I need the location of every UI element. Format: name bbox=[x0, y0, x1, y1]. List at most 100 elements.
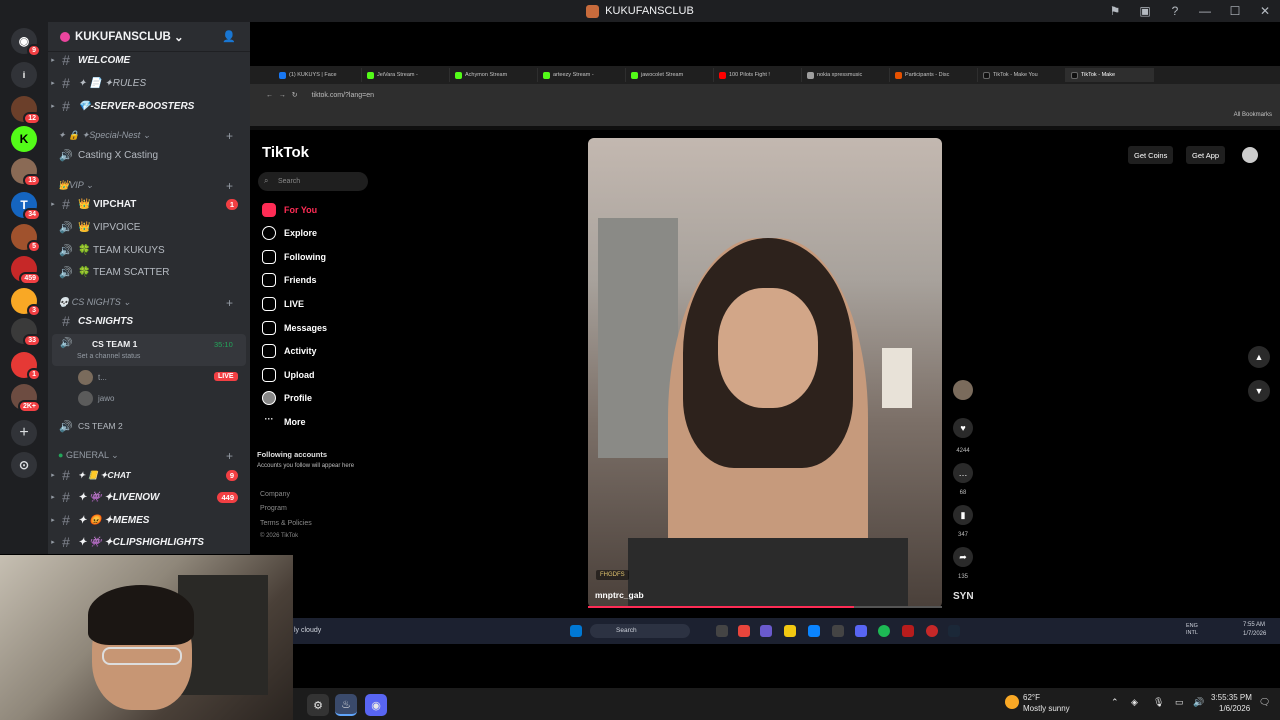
video-player[interactable] bbox=[588, 138, 942, 608]
url-text[interactable]: tiktok.com/?lang=en bbox=[312, 92, 374, 99]
notification-icon[interactable]: 🗨 bbox=[1259, 697, 1270, 708]
browser-tab-active[interactable]: TikTok - Make bbox=[1066, 68, 1154, 82]
category-special-nest[interactable]: ✦ 🔒 ✦Special-Nest ⌄ + bbox=[58, 129, 233, 143]
nav-explore[interactable]: Explore bbox=[262, 225, 317, 241]
category-cs-nights[interactable]: 💀 CS NIGHTS ⌄ + bbox=[58, 296, 233, 310]
video-username[interactable]: mnptrc_gab bbox=[595, 590, 644, 600]
guild-header[interactable]: KUKUFANSCLUB ⌄ 👤 bbox=[48, 22, 250, 52]
nav-live[interactable]: LIVE bbox=[262, 296, 304, 312]
help-icon[interactable]: ? bbox=[1160, 4, 1190, 18]
channel-boosters[interactable]: ▸ # 💎-SERVER-BOOSTERS bbox=[48, 95, 250, 117]
footer-link[interactable]: Company bbox=[260, 491, 290, 498]
channel-memes[interactable]: ▸ # ✦ 😡 ✦MEMES bbox=[48, 509, 250, 531]
browser-tab[interactable]: nokia xpressmusic bbox=[802, 68, 890, 82]
nav-friends[interactable]: Friends bbox=[262, 272, 317, 288]
footer-link[interactable]: Program bbox=[260, 505, 287, 512]
clock-date[interactable]: 1/6/2026 bbox=[1219, 704, 1250, 713]
server-icon[interactable]: T 34 bbox=[11, 192, 41, 221]
category-vip[interactable]: 👑VIP ⌄ + bbox=[58, 179, 233, 193]
footer-link[interactable]: Terms & Policies bbox=[260, 520, 312, 527]
mic-icon[interactable]: 🎙 bbox=[1153, 697, 1164, 708]
server-icon-i[interactable]: i bbox=[11, 62, 37, 88]
minimize-button[interactable]: — bbox=[1190, 4, 1220, 18]
browser-tab[interactable]: JeiVara Stream - bbox=[362, 68, 450, 82]
network-icon[interactable]: ▭ bbox=[1175, 697, 1184, 708]
search-input[interactable]: Search bbox=[258, 172, 368, 191]
channel-clips[interactable]: ▸ # ✦ 👾 ✦CLIPSHIGHLIGHTS bbox=[48, 531, 250, 553]
discord-icon[interactable]: ◉ bbox=[365, 694, 387, 716]
browser-tab[interactable]: TikTok - Make You bbox=[978, 68, 1066, 82]
server-icon[interactable]: 33 bbox=[11, 318, 41, 347]
back-icon[interactable]: ← bbox=[266, 92, 273, 99]
volume-icon[interactable]: 🔊 bbox=[1193, 697, 1204, 708]
voice-team-scatter[interactable]: 🔊 🍀 TEAM SCATTER bbox=[48, 261, 250, 283]
voice-cs-team-1[interactable]: 🔊 CS TEAM 1 35:10 Set a channel status bbox=[52, 334, 246, 366]
video-progress[interactable] bbox=[588, 606, 942, 608]
store-icon[interactable] bbox=[832, 625, 844, 637]
voice-casting[interactable]: 🔊 Casting X Casting bbox=[48, 144, 250, 166]
forward-icon[interactable]: → bbox=[279, 92, 286, 99]
add-server-icon[interactable]: + bbox=[11, 420, 37, 446]
comment-icon[interactable]: … bbox=[953, 463, 973, 483]
browser-tab[interactable]: Achymon Stream bbox=[450, 68, 538, 82]
sound-label[interactable]: SYN bbox=[953, 591, 974, 602]
nav-for-you[interactable]: For You bbox=[262, 202, 317, 218]
channel-status[interactable]: Set a channel status bbox=[77, 353, 140, 360]
spotify-icon[interactable] bbox=[878, 625, 890, 637]
server-icon[interactable]: 3 bbox=[11, 288, 41, 317]
edge-icon[interactable] bbox=[808, 625, 820, 637]
bookmark-icon[interactable]: ▮ bbox=[953, 505, 973, 525]
nav-more[interactable]: ··· More bbox=[262, 414, 306, 430]
next-video-button[interactable]: ▼ bbox=[1248, 380, 1270, 402]
app-icon[interactable] bbox=[926, 625, 938, 637]
screen-icon[interactable]: ▣ bbox=[1130, 4, 1160, 18]
steam-icon[interactable]: ♨ bbox=[335, 694, 357, 716]
server-icon[interactable]: 12 bbox=[11, 96, 41, 125]
app-icon[interactable] bbox=[760, 625, 772, 637]
voice-user[interactable]: t... LIVE bbox=[78, 369, 246, 387]
address-bar[interactable]: ← → ↻ tiktok.com/?lang=en bbox=[250, 84, 1280, 106]
taskview-icon[interactable] bbox=[716, 625, 728, 637]
profile-avatar[interactable] bbox=[1242, 147, 1258, 163]
browser-tab[interactable]: arteezy Stream - bbox=[538, 68, 626, 82]
prev-video-button[interactable]: ▲ bbox=[1248, 346, 1270, 368]
voice-user[interactable]: jawo bbox=[78, 390, 246, 408]
server-icon[interactable]: 2K+ bbox=[11, 384, 41, 413]
share-icon[interactable]: ➦ bbox=[953, 547, 973, 567]
voice-cs-team-2[interactable]: 🔊 CS TEAM 2 bbox=[48, 415, 250, 437]
discord-home-icon[interactable]: ◉ 9 bbox=[11, 28, 41, 57]
tiktok-logo[interactable]: TikTok bbox=[262, 144, 309, 161]
creator-avatar[interactable] bbox=[953, 380, 973, 400]
server-icon[interactable]: 13 bbox=[11, 158, 41, 187]
server-icon[interactable]: 459 bbox=[11, 256, 41, 285]
channel-vipchat[interactable]: ▸ # 👑 VIPCHAT 1 bbox=[48, 193, 250, 215]
chrome-icon[interactable] bbox=[738, 625, 750, 637]
category-general[interactable]: ● GENERAL ⌄ + bbox=[58, 449, 233, 463]
browser-tab[interactable]: 100 Pilots Fight ! bbox=[714, 68, 802, 82]
clock-time[interactable]: 3:55:35 PM bbox=[1211, 693, 1252, 702]
inner-lang[interactable]: ENG INTL bbox=[1186, 623, 1198, 637]
inbox-icon[interactable]: ⚑ bbox=[1100, 4, 1130, 18]
browser-tab[interactable]: (1) KUKUYS | Face bbox=[274, 68, 362, 82]
app-icon[interactable] bbox=[902, 625, 914, 637]
inner-search[interactable]: Search bbox=[590, 624, 690, 638]
channel-livenow[interactable]: ▸ # ✦ 👾 ✦LIVENOW 449 bbox=[48, 486, 250, 508]
kick-server-icon[interactable]: K bbox=[11, 126, 37, 152]
maximize-button[interactable]: ☐ bbox=[1220, 4, 1250, 18]
all-bookmarks[interactable]: All Bookmarks bbox=[1234, 112, 1272, 118]
steam-icon[interactable] bbox=[948, 625, 960, 637]
like-icon[interactable]: ♥ bbox=[953, 418, 973, 438]
nav-activity[interactable]: Activity bbox=[262, 343, 317, 359]
nav-upload[interactable]: Upload bbox=[262, 367, 315, 383]
voice-team-kukuys[interactable]: 🔊 🍀 TEAM KUKUYS bbox=[48, 239, 250, 261]
video-tag[interactable]: FHGDFS bbox=[596, 570, 629, 580]
discover-icon[interactable]: ⊙ bbox=[11, 452, 37, 478]
nav-messages[interactable]: Messages bbox=[262, 320, 327, 336]
nav-profile[interactable]: Profile bbox=[262, 390, 312, 406]
start-icon[interactable] bbox=[570, 625, 582, 637]
discord-icon[interactable] bbox=[855, 625, 867, 637]
server-icon[interactable]: 1 bbox=[11, 352, 41, 381]
channel-cs-nights[interactable]: # CS-NIGHTS bbox=[48, 310, 250, 332]
get-app-button[interactable]: Get App bbox=[1186, 146, 1226, 164]
invite-icon[interactable]: 👤 bbox=[222, 30, 236, 43]
